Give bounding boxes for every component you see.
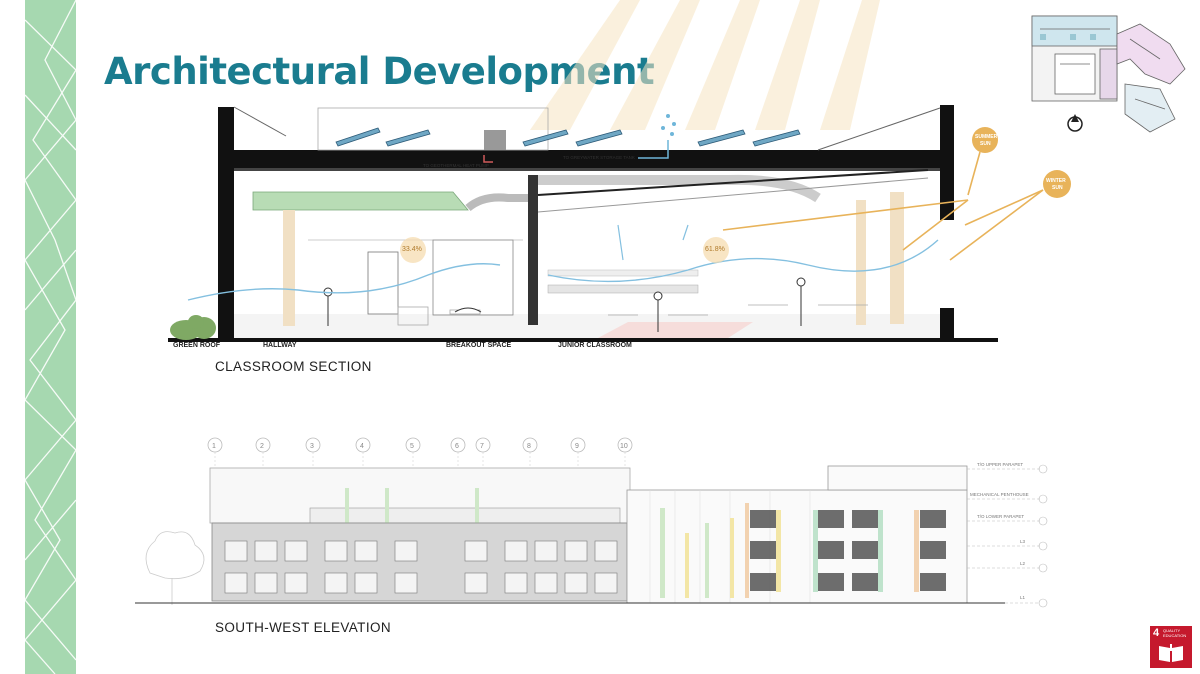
gridline-9: 9 <box>575 443 579 450</box>
breakout-space-label: BREAKOUT SPACE <box>446 342 512 349</box>
winter-sun-label-1: WINTER <box>1046 178 1066 184</box>
gridline-6: 6 <box>455 443 459 450</box>
book-icon <box>1159 644 1183 662</box>
gridline-1: 1 <box>212 443 216 450</box>
level-l3: L3 <box>1020 539 1026 544</box>
rain-drops-icon <box>661 114 676 136</box>
gridline-8: 8 <box>527 443 531 450</box>
level-l1: L1 <box>1020 595 1026 600</box>
greywater-note: TO GREYWATER STORAGE TANK <box>563 155 635 160</box>
gridline-4: 4 <box>360 443 364 450</box>
south-west-elevation-drawing: 1 2 3 4 5 6 7 8 9 10 T/O UPPER PARAPET M… <box>135 437 1048 608</box>
breakout-stat: 33.4% <box>402 246 422 253</box>
tree-icon <box>145 531 205 605</box>
level-mechanical-penthouse: MECHANICAL PENTHOUSE <box>970 492 1029 497</box>
summer-sun-icon <box>972 127 998 153</box>
gridline-10: 10 <box>620 443 628 450</box>
summer-sun-label-2: SUN <box>980 141 991 147</box>
classroom-section-drawing: TO GEOTHERMAL HEAT PUMP TO GREYWATER STO… <box>168 105 998 349</box>
winter-sun-icon <box>1043 170 1071 198</box>
level-l2: L2 <box>1020 561 1026 566</box>
summer-sun-label-1: SUMMER <box>975 134 998 140</box>
key-plan <box>1031 15 1186 133</box>
sdg-number: 4 <box>1153 627 1160 639</box>
gridline-5: 5 <box>410 443 414 450</box>
level-upper-parapet: T/O UPPER PARAPET <box>977 462 1023 467</box>
classroom-section-caption: CLASSROOM SECTION <box>215 359 372 374</box>
gridline-2: 2 <box>260 443 264 450</box>
sdg-quality-education-badge: 4 QUALITY EDUCATION <box>1150 626 1192 668</box>
level-lower-parapet: T/O LOWER PARAPET <box>977 514 1024 519</box>
north-arrow-icon <box>1067 114 1083 132</box>
heat-pump-note: TO GEOTHERMAL HEAT PUMP <box>423 163 489 168</box>
junior-classroom-label: JUNIOR CLASSROOM <box>558 342 632 349</box>
hallway-label: HALLWAY <box>263 342 297 349</box>
winter-sun-diagram: WINTER SUN <box>949 170 1071 261</box>
winter-sun-label-2: SUN <box>1052 185 1063 191</box>
sdg-label: QUALITY EDUCATION <box>1163 628 1187 638</box>
south-west-elevation-caption: SOUTH-WEST ELEVATION <box>215 620 392 635</box>
classroom-stat: 61.8% <box>705 246 725 253</box>
gridline-7: 7 <box>480 443 484 450</box>
left-decorative-strip <box>25 0 76 674</box>
green-roof-label: GREEN ROOF <box>173 342 221 349</box>
gridline-3: 3 <box>310 443 314 450</box>
